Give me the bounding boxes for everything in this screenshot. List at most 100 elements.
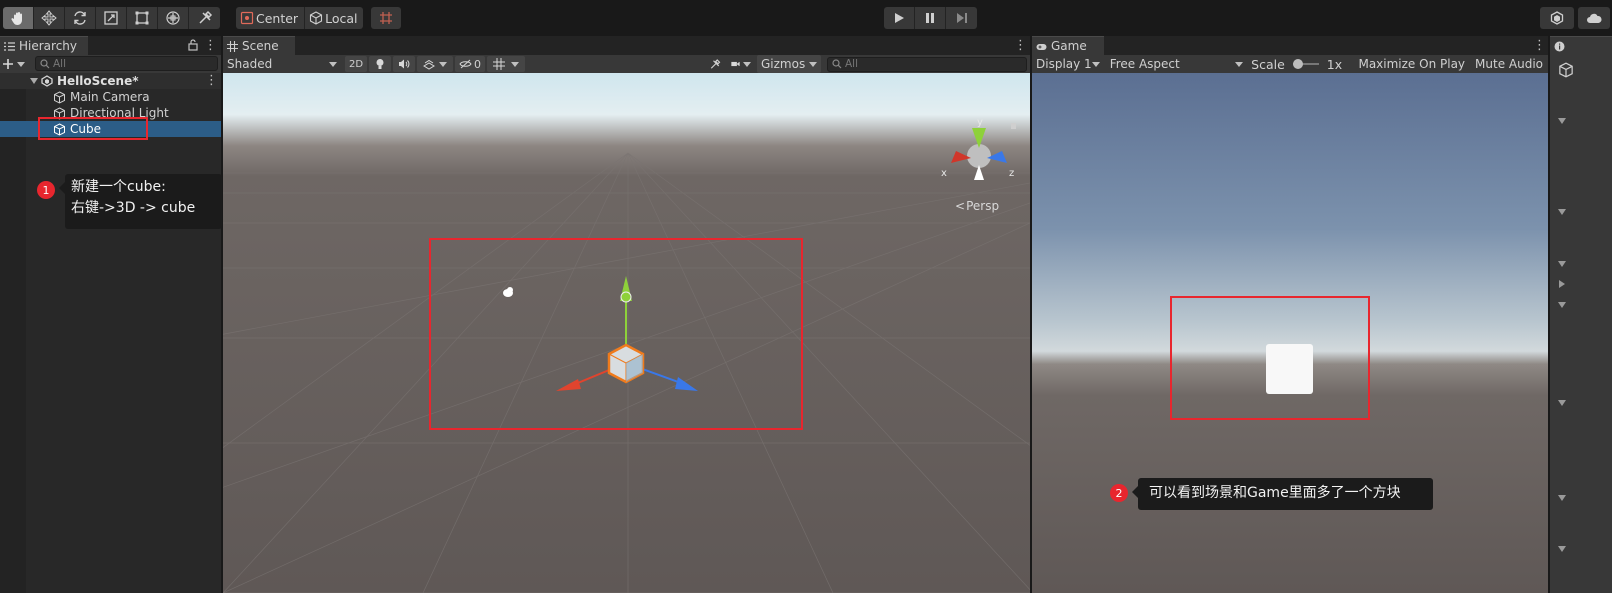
foldout-arrow-icon[interactable] xyxy=(1558,118,1566,124)
scene-panel: Scene ⋮ Shaded 2D 0 Gizmos All y x z < P… xyxy=(223,36,1030,593)
scene-viewport[interactable]: y x z < Persp xyxy=(223,73,1030,593)
aspect-dropdown[interactable]: Free Aspect xyxy=(1106,55,1247,73)
tab-inspector[interactable] xyxy=(1550,36,1612,55)
rotate-tool-button[interactable] xyxy=(65,7,96,29)
step-1-line1: 新建一个cube: xyxy=(71,179,166,195)
local-space-icon xyxy=(310,11,323,25)
pause-button[interactable] xyxy=(915,7,946,29)
inspector-panel xyxy=(1550,36,1612,593)
step-1-callout: 新建一个cube: 右键->3D -> cube xyxy=(59,174,222,229)
foldout-arrow-icon[interactable] xyxy=(1558,546,1566,552)
hand-tool-button[interactable] xyxy=(3,7,34,29)
lock-icon[interactable] xyxy=(188,39,198,51)
tab-game[interactable]: Game xyxy=(1032,36,1104,55)
hidden-objects-toggle[interactable]: 0 xyxy=(455,56,485,72)
chevron-down-icon xyxy=(1091,61,1100,67)
scale-slider-thumb[interactable] xyxy=(1292,59,1303,69)
lightbulb-icon xyxy=(376,59,384,69)
lighting-toggle[interactable] xyxy=(369,56,391,72)
axis-y-label: y xyxy=(977,117,983,128)
tools-icon xyxy=(710,58,721,69)
pivot-center-label: Center xyxy=(256,10,299,26)
main-toolbar: Center Local xyxy=(0,6,1612,32)
unity-account-icon xyxy=(1550,11,1564,25)
step-button[interactable] xyxy=(946,7,977,29)
highlight-box-cube xyxy=(38,117,148,140)
step-2-badge: 2 xyxy=(1110,484,1128,502)
scene-toolbar: Shaded 2D 0 Gizmos All xyxy=(223,55,1030,73)
mute-audio-toggle[interactable]: Mute Audio xyxy=(1470,55,1548,73)
hidden-count: 0 xyxy=(474,57,481,71)
scale-tool-button[interactable] xyxy=(96,7,127,29)
aspect-label: Free Aspect xyxy=(1109,57,1180,71)
grid-dropdown[interactable] xyxy=(487,56,525,72)
scene-name: HelloScene* xyxy=(57,74,139,88)
scene-menu-icon[interactable]: ⋮ xyxy=(1014,39,1027,52)
cloud-button[interactable] xyxy=(1578,7,1610,29)
game-viewport[interactable] xyxy=(1032,73,1548,593)
scene-tools-button[interactable] xyxy=(705,56,725,72)
hierarchy-menu-icon[interactable]: ⋮ xyxy=(204,39,217,52)
expand-arrow-icon[interactable] xyxy=(30,78,38,84)
toggle-2d-button[interactable]: 2D xyxy=(345,56,367,72)
rect-icon xyxy=(135,11,149,25)
foldout-collapsed-icon[interactable] xyxy=(1559,280,1565,288)
mute-label: Mute Audio xyxy=(1475,57,1543,71)
projection-toggle[interactable]: < Persp xyxy=(955,199,999,213)
chevron-down-icon xyxy=(809,61,817,67)
scene-search-input[interactable]: All xyxy=(827,56,1027,72)
move-tool-button[interactable] xyxy=(34,7,65,29)
foldout-arrow-icon[interactable] xyxy=(1558,495,1566,501)
effects-icon xyxy=(423,59,435,70)
camera-icon xyxy=(731,61,740,67)
maximize-on-play-toggle[interactable]: Maximize On Play xyxy=(1353,55,1470,73)
grid-snap-button[interactable] xyxy=(371,7,401,29)
scale-slider[interactable] xyxy=(1292,59,1319,69)
info-icon xyxy=(1554,41,1565,51)
game-menu-icon[interactable]: ⋮ xyxy=(1533,39,1546,52)
gameobject-cube-icon xyxy=(1559,62,1573,78)
hierarchy-search-input[interactable]: All xyxy=(35,56,218,71)
tab-scene-label: Scene xyxy=(242,39,279,53)
hierarchy-tabbar: Hierarchy ⋮ xyxy=(0,36,221,55)
scene-grid-icon xyxy=(227,40,238,52)
scene-row[interactable]: HelloScene* ⋮ xyxy=(0,73,221,89)
scene-menu-icon[interactable]: ⋮ xyxy=(205,74,218,87)
hierarchy-tree: HelloScene* ⋮ Main Camera Directional Li… xyxy=(0,73,221,593)
shading-mode-label: Shaded xyxy=(227,57,273,71)
foldout-arrow-icon[interactable] xyxy=(1558,400,1566,406)
display-label: Display 1 xyxy=(1036,57,1092,71)
step-1-line2: 右键->3D -> cube xyxy=(71,200,196,216)
axis-z-label: z xyxy=(1009,168,1014,179)
hierarchy-item-label: Main Camera xyxy=(70,90,150,104)
shading-mode-dropdown[interactable]: Shaded xyxy=(223,55,341,73)
hierarchy-item-main-camera[interactable]: Main Camera xyxy=(0,89,221,105)
account-button[interactable] xyxy=(1540,7,1574,29)
pivot-local-button[interactable]: Local xyxy=(305,7,363,29)
foldout-arrow-icon[interactable] xyxy=(1558,302,1566,308)
scene-tabbar: Scene ⋮ xyxy=(223,36,1030,55)
tab-hierarchy[interactable]: Hierarchy xyxy=(0,36,88,55)
chevron-down-icon xyxy=(743,61,751,67)
camera-dropdown[interactable] xyxy=(727,56,755,72)
search-icon xyxy=(832,59,842,69)
play-button[interactable] xyxy=(884,7,915,29)
cloud-icon xyxy=(1587,13,1602,23)
create-dropdown[interactable] xyxy=(2,56,26,72)
chevron-down-icon xyxy=(17,61,25,67)
step-1-badge: 1 xyxy=(37,181,55,199)
pivot-center-button[interactable]: Center xyxy=(236,7,306,29)
transform-tools xyxy=(3,7,220,29)
foldout-arrow-icon[interactable] xyxy=(1558,261,1566,267)
maximize-label: Maximize On Play xyxy=(1358,57,1466,71)
foldout-arrow-icon[interactable] xyxy=(1558,209,1566,215)
tab-scene[interactable]: Scene xyxy=(223,36,295,55)
transform-tool-button[interactable] xyxy=(158,7,189,29)
custom-tool-button[interactable] xyxy=(189,7,220,29)
rect-tool-button[interactable] xyxy=(127,7,158,29)
display-dropdown[interactable]: Display 1 xyxy=(1032,55,1104,73)
pause-icon xyxy=(926,13,934,23)
gizmos-dropdown[interactable]: Gizmos xyxy=(757,55,821,73)
effects-dropdown[interactable] xyxy=(417,56,453,72)
audio-toggle[interactable] xyxy=(393,56,415,72)
